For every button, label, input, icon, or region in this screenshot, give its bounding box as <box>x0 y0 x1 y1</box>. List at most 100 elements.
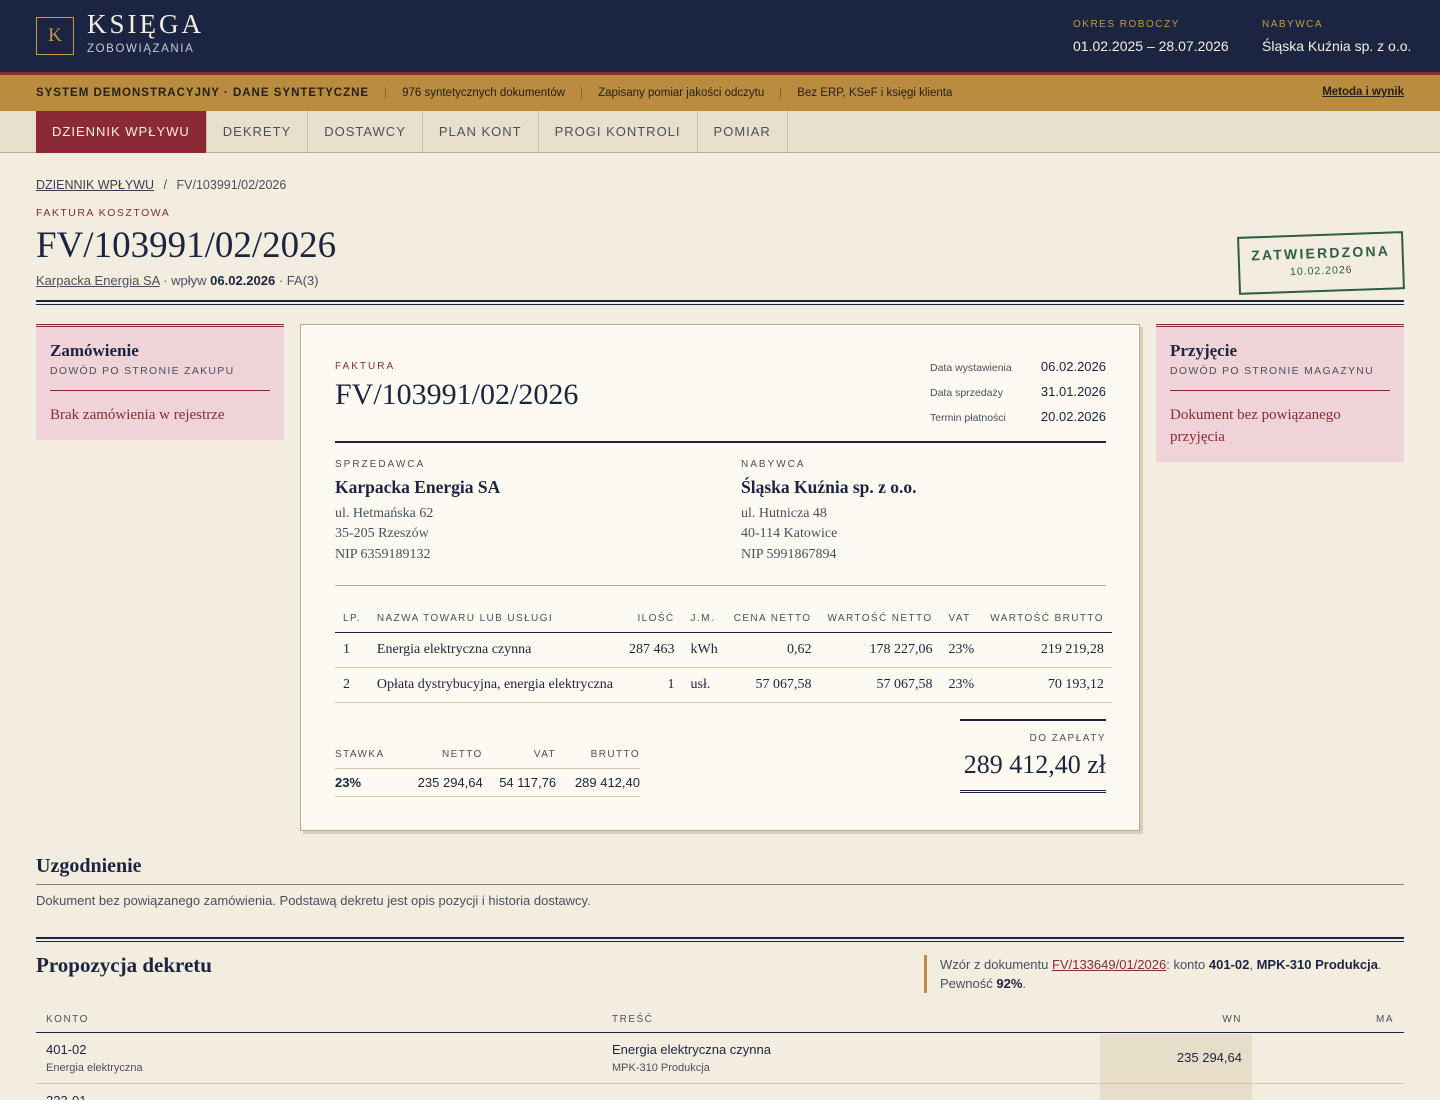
issue-date-label: Data wystawienia <box>930 362 1012 374</box>
period-value: 01.02.2025 – 28.07.2026 <box>1073 38 1229 54</box>
order-card-title: Zamówienie <box>50 341 139 360</box>
posting-account: 223-01 <box>46 1093 86 1100</box>
seller-city: 35-205 Rzeszów <box>335 526 429 541</box>
order-card-subtitle: DOWÓD PO STRONIE ZAKUPU <box>50 365 270 391</box>
col-net: WARTOŚĆ NETTO <box>819 605 941 633</box>
tab-dekrety[interactable]: DEKRETY <box>207 111 309 153</box>
tab-dostawcy[interactable]: DOSTAWCY <box>308 111 423 153</box>
posting-header-divider <box>36 1032 1404 1033</box>
invoice-kicker: FAKTURA <box>335 361 396 372</box>
line-lp: 1 <box>335 632 369 668</box>
posting-col-account: KONTO <box>46 1014 89 1025</box>
order-card-message: Brak zamówienia w rejestrze <box>50 407 225 423</box>
amount-due-label: DO ZAPŁATY <box>1029 733 1106 744</box>
seller-nip: NIP 6359189132 <box>335 547 431 562</box>
template-document-link[interactable]: FV/133649/01/2026 <box>1052 957 1166 972</box>
buyer-nip: NIP 5991867894 <box>741 547 837 562</box>
due-date-label: Termin płatności <box>930 412 1006 424</box>
vat-row: 23% 235 294,64 54 117,76 289 412,40 <box>335 768 640 797</box>
posting-template-hint: Wzór z dokumentu FV/133649/01/2026: kont… <box>924 955 1404 993</box>
vat-col-vat: VAT <box>482 742 557 769</box>
approved-stamp: ZATWIERDZONA 10.02.2026 <box>1237 231 1405 295</box>
document-type: FAKTURA KOSZTOWA <box>36 207 171 219</box>
line-name: Energia elektryczna czynna <box>368 632 622 668</box>
line-gross: 70 193,12 <box>982 667 1112 703</box>
amount-due: DO ZAPŁATY 289 412,40 zł <box>960 719 1106 794</box>
buyer-block: NABYWCA Śląska Kuźnia sp. z o.o. ul. Hut… <box>741 459 917 563</box>
buyer-street: ul. Hutnicza 48 <box>741 506 827 521</box>
buyer-value: Śląska Kuźnia sp. z o.o. <box>1262 38 1412 54</box>
seller-label: SPRZEDAWCA <box>335 459 426 470</box>
hint-mpk: MPK-310 Produkcja <box>1256 957 1378 972</box>
period-label: OKRES ROBOCZY <box>1073 19 1180 30</box>
hint-account: 401-02 <box>1208 957 1250 972</box>
logo-icon: K <box>36 17 74 55</box>
method-link[interactable]: Metoda i wynik <box>1322 86 1404 98</box>
line-vat: 23% <box>940 632 983 668</box>
hint-comma: , <box>1249 957 1257 972</box>
document-meta: Karpacka Energia SA · wpływ 06.02.2026 ·… <box>36 273 319 288</box>
receipt-card-message: Dokument bez powiązanego przyjęcia <box>1170 407 1341 445</box>
table-row: 1 Energia elektryczna czynna 287 463 kWh… <box>335 632 1112 668</box>
line-vat: 23% <box>940 667 983 703</box>
line-name: Opłata dystrybucyjna, energia elektryczn… <box>368 667 622 703</box>
receipt-card-subtitle: DOWÓD PO STRONIE MAGAZYNU <box>1170 365 1390 391</box>
vat-gross: 289 412,40 <box>556 768 640 797</box>
buyer-label: NABYWCA <box>1262 19 1324 30</box>
hint-account-label: : konto <box>1166 957 1209 972</box>
amount-due-value: 289 412,40 zł <box>963 750 1106 779</box>
vat-amount: 54 117,76 <box>482 768 557 797</box>
breadcrumb-root-link[interactable]: DZIENNIK WPŁYWU <box>36 178 154 192</box>
receipt-date: 06.02.2026 <box>210 273 276 288</box>
line-gross: 219 219,28 <box>982 632 1112 668</box>
tab-pomiar[interactable]: POMIAR <box>698 111 788 153</box>
line-unit: kWh <box>682 632 726 668</box>
vat-summary-table: STAWKA NETTO VAT BRUTTO 23% 235 294,64 5… <box>335 742 640 797</box>
issue-date-value: 06.02.2026 <box>1040 359 1106 374</box>
supplier-link[interactable]: Karpacka Energia SA <box>36 273 160 288</box>
page-title: FV/103991/02/2026 <box>36 225 337 266</box>
col-lp: LP. <box>335 605 369 633</box>
demo-system-label: SYSTEM DEMONSTRACYJNY · DANE SYNTETYCZNE <box>36 87 370 99</box>
receipt-card-title: Przyjęcie <box>1170 341 1237 360</box>
vat-col-rate: STAWKA <box>335 742 399 769</box>
vat-header-row: STAWKA NETTO VAT BRUTTO <box>335 742 640 769</box>
line-net: 178 227,06 <box>819 632 941 668</box>
seller-name: Karpacka Energia SA <box>335 477 501 497</box>
line-qty: 287 463 <box>621 632 683 668</box>
vat-col-net: NETTO <box>398 742 483 769</box>
hint-confidence: 92% <box>996 976 1023 991</box>
buyer-label: NABYWCA <box>741 459 806 470</box>
posting-desc-sub: MPK-310 Produkcja <box>612 1062 710 1074</box>
reconciliation-note: Dokument bez powiązanego zamówienia. Pod… <box>36 893 591 908</box>
invoice-header-divider <box>335 441 1106 443</box>
document-count: 976 syntetycznych dokumentów <box>385 87 581 99</box>
posting-title: Propozycja dekretu <box>36 953 212 977</box>
tab-dziennik-wplywu[interactable]: DZIENNIK WPŁYWU <box>36 111 207 153</box>
receipt-evidence-card: Przyjęcie DOWÓD PO STRONIE MAGAZYNU Doku… <box>1156 324 1404 462</box>
seller-block: SPRZEDAWCA Karpacka Energia SA ul. Hetma… <box>335 459 500 563</box>
posting-desc: Energia elektryczna czynna <box>612 1042 771 1057</box>
sale-date-label: Data sprzedaży <box>930 387 1003 399</box>
sale-date-value: 31.01.2026 <box>1040 384 1106 399</box>
reconciliation-title: Uzgodnienie <box>36 855 142 877</box>
seller-street: ul. Hetmańska 62 <box>335 506 434 521</box>
tab-progi-kontroli[interactable]: PROGI KONTROLI <box>539 111 698 153</box>
parties-divider <box>335 585 1106 586</box>
line-price: 0,62 <box>725 632 820 668</box>
vat-net: 235 294,64 <box>398 768 483 797</box>
breadcrumb-current: FV/103991/02/2026 <box>176 178 287 192</box>
title-divider-secondary <box>36 304 1404 305</box>
col-unit: J.M. <box>682 605 726 633</box>
tab-plan-kont[interactable]: PLAN KONT <box>423 111 539 153</box>
col-qty: ILOŚĆ <box>621 605 683 633</box>
posting-divider-secondary <box>36 941 1404 942</box>
amount-due-underline <box>960 790 1106 794</box>
demo-info-bar: SYSTEM DEMONSTRACYJNY · DANE SYNTETYCZNE… <box>0 75 1440 111</box>
table-row: 2 Opłata dystrybucyjna, energia elektryc… <box>335 667 1112 703</box>
brand-title: KSIĘGA <box>87 9 204 39</box>
posting-account: 401-02 <box>46 1042 87 1057</box>
line-net: 57 067,58 <box>819 667 941 703</box>
col-unit-price: CENA NETTO <box>725 605 820 633</box>
col-name: NAZWA TOWARU LUB USŁUGI <box>368 605 622 633</box>
